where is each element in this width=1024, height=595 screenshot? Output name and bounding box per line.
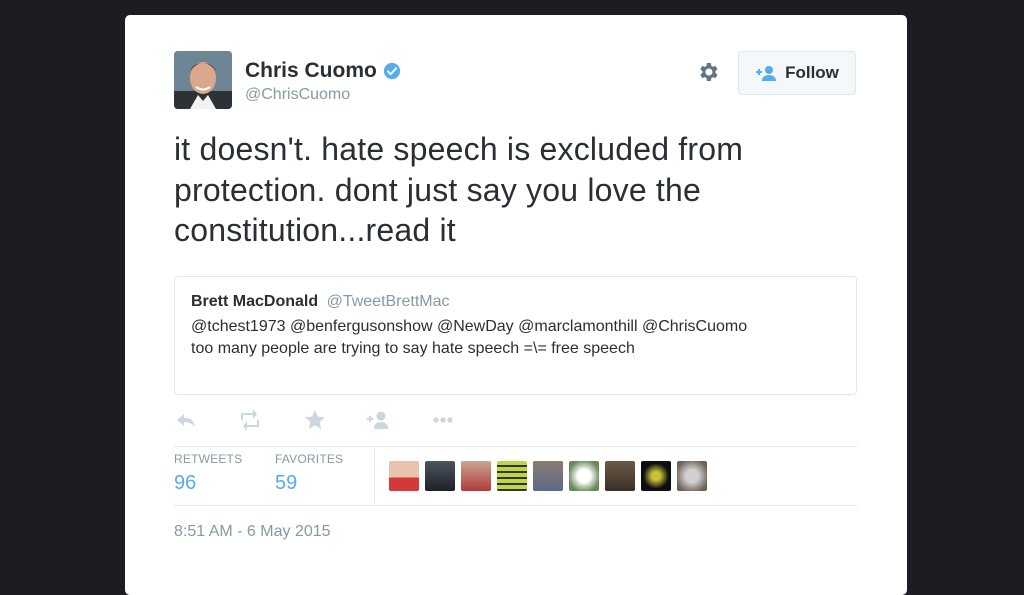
- favorites-label: FAVORITES: [275, 452, 344, 466]
- favoriter-avatar[interactable]: [569, 461, 599, 491]
- favorites-stat[interactable]: FAVORITES 59: [275, 452, 343, 495]
- tweet-timestamp[interactable]: 8:51 AM - 6 May 2015: [174, 523, 331, 541]
- favorite-icon[interactable]: [303, 408, 327, 432]
- favoriter-avatar[interactable]: [605, 461, 635, 491]
- favoriter-avatar[interactable]: [677, 461, 707, 491]
- retweet-icon[interactable]: [238, 408, 262, 432]
- follow-button[interactable]: Follow: [738, 51, 856, 95]
- favoriter-avatar[interactable]: [461, 461, 491, 491]
- favoriter-avatar[interactable]: [497, 461, 527, 491]
- favoriter-avatar[interactable]: [641, 461, 671, 491]
- quoted-author-handle: @TweetBrettMac: [326, 293, 450, 310]
- stats-bottom-divider: [174, 505, 857, 506]
- quoted-tweet-text: @tchest1973 @benfergusonshow @NewDay @ma…: [191, 318, 748, 357]
- follow-user-icon[interactable]: [366, 408, 390, 432]
- favoriter-avatar[interactable]: [425, 461, 455, 491]
- reply-icon[interactable]: [174, 408, 198, 432]
- gear-icon[interactable]: [696, 60, 720, 84]
- favoriter-avatar[interactable]: [389, 461, 419, 491]
- quoted-tweet[interactable]: Brett MacDonald @TweetBrettMac @tchest19…: [174, 276, 857, 395]
- tweet-card: Chris Cuomo @ChrisCuomo Follow it doesn'…: [125, 15, 907, 595]
- stats-top-divider: [174, 446, 857, 447]
- add-user-icon: [756, 66, 777, 81]
- more-icon[interactable]: [431, 408, 455, 432]
- author-name[interactable]: Chris Cuomo: [245, 59, 401, 83]
- verified-badge-icon: [383, 62, 400, 80]
- favoriter-avatar[interactable]: [533, 461, 563, 491]
- quoted-author-name: Brett MacDonald: [191, 293, 319, 310]
- author-name-text[interactable]: Chris Cuomo: [245, 59, 377, 83]
- favoriters-avatars: [389, 461, 707, 491]
- follow-label: Follow: [785, 63, 839, 82]
- quoted-tweet-header: Brett MacDonald @TweetBrettMac: [191, 293, 450, 311]
- retweets-stat[interactable]: RETWEETS 96: [174, 452, 242, 495]
- retweets-label: RETWEETS: [174, 452, 243, 466]
- tweet-text: it doesn't. hate speech is excluded from…: [174, 131, 744, 248]
- stats-vertical-divider: [374, 448, 375, 503]
- author-handle[interactable]: @ChrisCuomo: [245, 86, 350, 104]
- favorites-count[interactable]: 59: [275, 472, 343, 495]
- retweets-count[interactable]: 96: [174, 472, 242, 495]
- author-avatar[interactable]: [174, 51, 232, 109]
